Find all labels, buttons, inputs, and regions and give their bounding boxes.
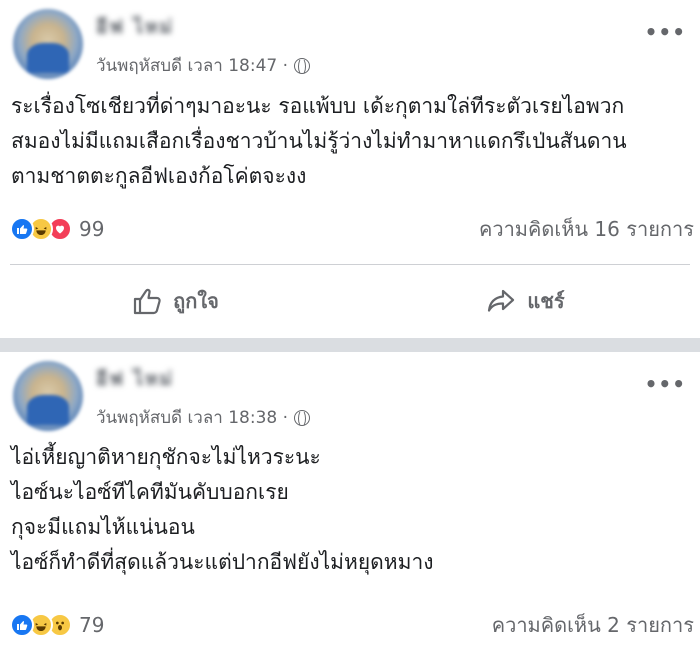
reactions-bar: 99 ความคิดเห็น 16 รายการ (10, 212, 694, 246)
avatar[interactable] (13, 9, 83, 79)
post-card: อีฟ ไหม่ วันพฤหัสบดี เวลา 18:38 · ••• ไอ… (0, 352, 700, 653)
more-options-icon[interactable]: ••• (645, 20, 686, 44)
post-text-line: ไอ่เหี้ยญาติหายกุชักจะไม่ไหวระนะ (11, 445, 321, 469)
reaction-count: 79 (79, 613, 105, 637)
post-text-line: ไอซ์ก็ทำดีที่สุดแล้วนะแต่ปากอีฟยังไม่หยุ… (11, 550, 434, 574)
post-header: อีฟ ไหม่ วันพฤหัสบดี เวลา 18:38 · ••• (0, 352, 700, 432)
reaction-summary[interactable]: 99 (10, 217, 104, 241)
share-arrow-icon (488, 289, 515, 312)
share-button[interactable]: แชร์ (350, 272, 700, 330)
globe-icon (294, 409, 311, 427)
thumbs-up-icon (134, 288, 161, 315)
like-label: ถูกใจ (173, 289, 219, 313)
post-meta: วันพฤหัสบดี เวลา 18:38 · (96, 404, 311, 431)
author-name[interactable]: อีฟ ไหม่ (96, 364, 174, 394)
post-header: อีฟ ไหม่ วันพฤหัสบดี เวลา 18:47 · ••• (0, 0, 700, 80)
post-text-line: สมองไม่มีแถมเสือกเรื่องชาวบ้านไม่รู้ว่าง… (11, 129, 627, 153)
globe-icon (294, 57, 311, 75)
reaction-summary[interactable]: 79 (10, 613, 104, 637)
feed-separator (0, 338, 700, 352)
post-actions: ถูกใจ แชร์ (0, 272, 700, 330)
post-text-line: ไอซ์นะไอซ์ทีไคทีมันคับบอกเรย (11, 480, 289, 504)
like-reaction-icon (10, 613, 34, 637)
post-meta: วันพฤหัสบดี เวลา 18:47 · (96, 52, 311, 79)
post-text-line: ตามชาตตะกูลอีฟเองก้อโค่ตจะงง (11, 164, 307, 188)
avatar[interactable] (13, 361, 83, 431)
post-timestamp[interactable]: วันพฤหัสบดี เวลา 18:38 · (96, 404, 288, 431)
comments-count-link[interactable]: ความคิดเห็น 16 รายการ (479, 213, 694, 245)
reactions-bar: 79 ความคิดเห็น 2 รายการ (10, 608, 694, 642)
reaction-count: 99 (79, 217, 105, 241)
like-reaction-icon (10, 217, 34, 241)
post-text-line: ระเรื่องโซเชียวที่ด่าๆมาอะนะ รอแพ้บบ เด้… (11, 94, 625, 118)
post-card: อีฟ ไหม่ วันพฤหัสบดี เวลา 18:47 · ••• ระ… (0, 0, 700, 338)
post-timestamp[interactable]: วันพฤหัสบดี เวลา 18:47 · (96, 52, 288, 79)
post-text: ไอ่เหี้ยญาติหายกุชักจะไม่ไหวระนะ ไอซ์นะไ… (11, 440, 694, 580)
divider (10, 264, 690, 265)
more-options-icon[interactable]: ••• (645, 372, 686, 396)
author-name[interactable]: อีฟ ไหม่ (96, 12, 174, 42)
post-text: ระเรื่องโซเชียวที่ด่าๆมาอะนะ รอแพ้บบ เด้… (11, 89, 694, 194)
share-label: แชร์ (527, 289, 565, 313)
comments-count-link[interactable]: ความคิดเห็น 2 รายการ (492, 609, 694, 641)
post-text-line: กุจะมีแถมไห้แน่นอน (11, 515, 195, 539)
like-button[interactable]: ถูกใจ (0, 272, 350, 330)
